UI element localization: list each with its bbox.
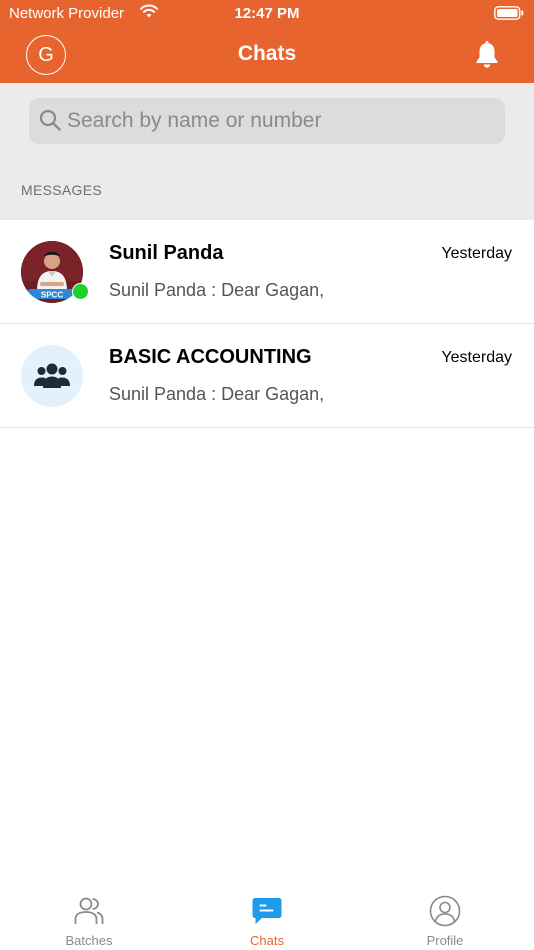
notification-bell-icon[interactable]: [473, 40, 501, 70]
chat-row-basic-accounting[interactable]: BASIC ACCOUNTING Yesterday Sunil Panda :…: [0, 324, 534, 428]
tab-bar: Batches Chats Profile: [0, 884, 534, 950]
tab-label: Profile: [426, 933, 464, 948]
chat-row-sunil-panda[interactable]: SPCC Sunil Panda Yesterday Sunil Panda :…: [0, 220, 534, 324]
status-time: 12:47 PM: [234, 5, 300, 22]
battery-icon: [494, 6, 524, 20]
search-input[interactable]: [67, 98, 487, 144]
chat-preview: Sunil Panda : Dear Gagan,: [109, 384, 325, 404]
page-title: Chats: [237, 42, 297, 65]
search-icon: [39, 109, 61, 131]
chat-time: Yesterday: [441, 245, 512, 262]
nav-bar: G Chats: [0, 28, 534, 83]
batches-icon: [74, 897, 104, 924]
chat-time: Yesterday: [441, 349, 512, 366]
online-status-indicator: [72, 283, 89, 300]
chat-name: Sunil Panda: [109, 242, 224, 264]
chat-bubble-icon: [252, 898, 282, 924]
group-icon: [34, 363, 70, 388]
tab-chats[interactable]: Chats: [178, 884, 356, 950]
tab-batches[interactable]: Batches: [0, 884, 178, 950]
chat-name: BASIC ACCOUNTING: [109, 346, 312, 368]
chat-preview: Sunil Panda : Dear Gagan,: [109, 280, 325, 300]
group-avatar: [21, 345, 83, 407]
profile-icon: [429, 895, 461, 927]
section-label-messages: MESSAGES: [21, 182, 102, 198]
tab-profile[interactable]: Profile: [356, 884, 534, 950]
tab-label: Chats: [250, 933, 284, 948]
status-bar: Network Provider 12:47 PM: [0, 0, 534, 28]
tab-label: Batches: [65, 933, 113, 948]
search-box[interactable]: [29, 98, 505, 144]
avatar-badge-text: SPCC: [41, 290, 63, 299]
search-area: MESSAGES: [0, 83, 534, 220]
chat-list: SPCC Sunil Panda Yesterday Sunil Panda :…: [0, 220, 534, 428]
